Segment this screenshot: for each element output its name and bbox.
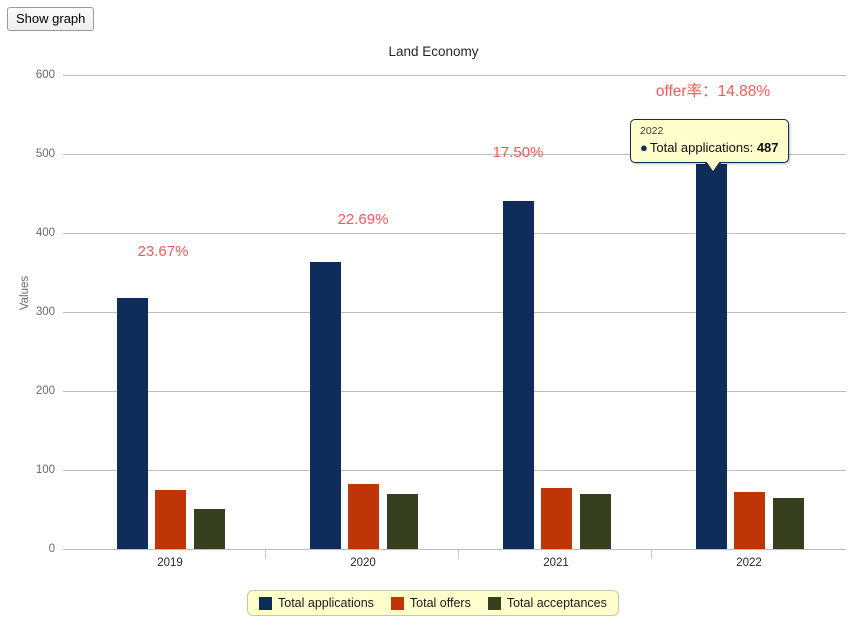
bar-2021-total-offers[interactable] — [541, 488, 572, 549]
tooltip-row: ● Total applications: 487 — [640, 139, 779, 156]
bar-2021-total-applications[interactable] — [503, 201, 534, 549]
tooltip-bullet-icon: ● — [640, 140, 648, 155]
y-tick-300: 300 — [35, 306, 55, 318]
y-tick-400: 400 — [35, 227, 55, 239]
legend-item-total-offers[interactable]: Total offers — [390, 596, 471, 610]
x-tick-mark-1 — [265, 550, 266, 559]
bar-2022-total-acceptances[interactable] — [773, 498, 804, 549]
tooltip-arrow-fill — [706, 161, 720, 171]
legend-swatch-icon-total-acceptances — [487, 596, 501, 610]
bar-2019-total-applications[interactable] — [117, 298, 148, 549]
bar-2020-total-offers[interactable] — [348, 484, 379, 549]
tooltip-value: 487 — [756, 140, 779, 155]
tooltip-title: 2022 — [640, 125, 664, 137]
bar-2020-total-acceptances[interactable] — [387, 494, 418, 549]
y-tick-500: 500 — [35, 148, 55, 160]
x-tick-2020: 2020 — [350, 557, 376, 569]
x-tick-mark-2 — [458, 550, 459, 559]
chart-page: Show graph Land Economy 600 500 400 300 … — [0, 0, 867, 629]
legend-swatch-icon-total-applications — [259, 596, 272, 610]
legend-item-total-applications[interactable]: Total applications — [259, 596, 374, 610]
y-tick-100: 100 — [35, 464, 55, 476]
bar-2022-total-applications[interactable] — [696, 164, 727, 549]
legend-label-total-applications: Total applications — [278, 596, 374, 610]
y-tick-200: 200 — [35, 385, 55, 397]
legend-label-total-offers: Total offers — [409, 596, 471, 610]
gridline-300 — [63, 312, 846, 313]
y-tick-600: 600 — [35, 69, 55, 81]
offer-rate-label-2020: 22.69% — [337, 211, 389, 228]
offer-rate-label-2021: 17.50% — [492, 144, 544, 161]
offer-rate-label-2022: offer率：14.88% — [655, 83, 771, 100]
gridline-200 — [63, 391, 846, 392]
y-tick-0: 0 — [48, 543, 55, 555]
bar-2021-total-acceptances[interactable] — [580, 494, 611, 549]
bar-chart: Land Economy 600 500 400 300 200 100 0 V… — [0, 0, 867, 629]
y-axis-title: Values — [19, 275, 31, 311]
tooltip-series-label: Total applications: — [649, 140, 757, 155]
x-tick-2019: 2019 — [157, 557, 183, 569]
chart-legend: Total applications Total offers Total ac… — [247, 590, 619, 616]
gridline-400 — [63, 233, 846, 234]
x-tick-mark-3 — [651, 550, 652, 559]
chart-title: Land Economy — [388, 44, 479, 59]
x-tick-2021: 2021 — [543, 557, 569, 569]
x-axis-line — [63, 549, 846, 550]
legend-swatch-icon-total-offers — [390, 596, 404, 610]
offer-rate-label-2019: 23.67% — [137, 243, 189, 260]
legend-item-total-acceptances[interactable]: Total acceptances — [487, 596, 607, 610]
gridline-600 — [63, 75, 846, 76]
bar-2019-total-offers[interactable] — [155, 490, 186, 549]
chart-tooltip: 2022 ● Total applications: 487 — [630, 119, 789, 174]
bar-2022-total-offers[interactable] — [734, 492, 765, 549]
bar-2019-total-acceptances[interactable] — [194, 509, 225, 549]
gridline-100 — [63, 470, 846, 471]
bar-2020-total-applications[interactable] — [310, 262, 341, 549]
x-tick-2022: 2022 — [736, 557, 762, 569]
legend-label-total-acceptances: Total acceptances — [506, 596, 607, 610]
